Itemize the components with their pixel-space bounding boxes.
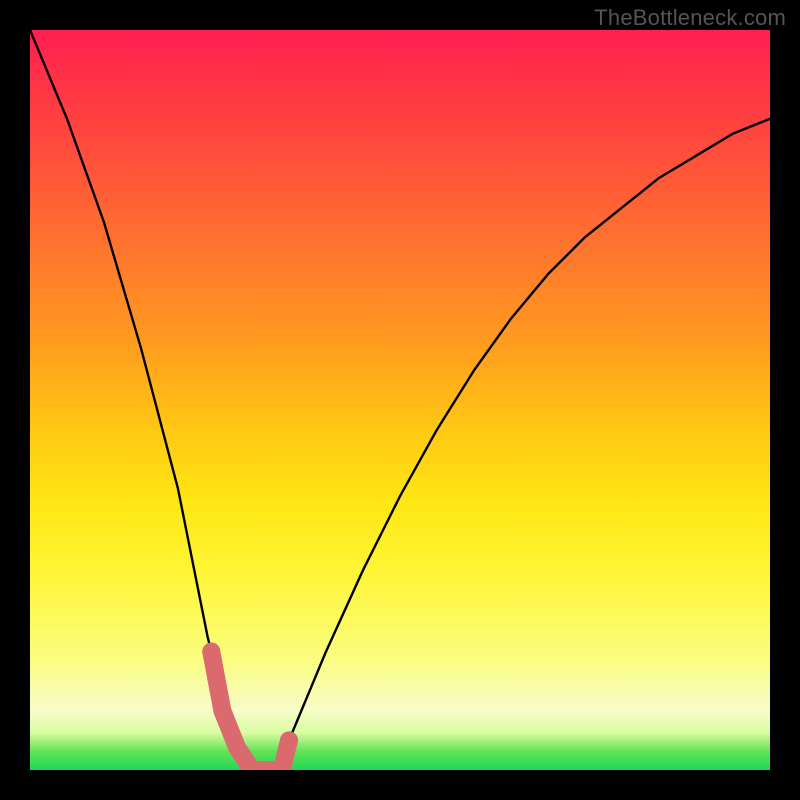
curve-layer bbox=[30, 30, 770, 770]
watermark-text: TheBottleneck.com bbox=[594, 5, 786, 31]
highlight-dot bbox=[280, 731, 298, 749]
plot-area bbox=[30, 30, 770, 770]
main-curve-path bbox=[30, 30, 770, 770]
highlight-dot bbox=[213, 702, 231, 720]
highlight-dot bbox=[228, 739, 246, 757]
highlight-dot bbox=[202, 643, 220, 661]
chart-frame: TheBottleneck.com bbox=[0, 0, 800, 800]
